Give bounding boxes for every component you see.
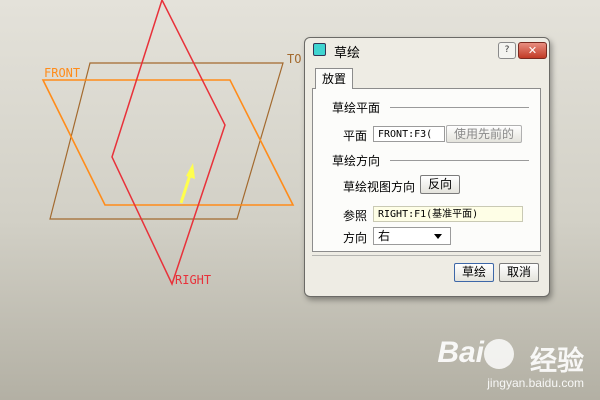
- right-plane[interactable]: [111, 0, 226, 287]
- help-button[interactable]: ?: [498, 42, 516, 59]
- sketch-direction-arrow-icon: [179, 163, 195, 204]
- view-direction-label: 草绘视图方向: [343, 180, 416, 194]
- sketch-orientation-divider: [390, 160, 529, 161]
- direction-label: 方向: [343, 231, 368, 245]
- app-window-icon: [313, 43, 326, 56]
- dialog-titlebar[interactable]: 草绘 ? ✕: [305, 38, 549, 62]
- sketch-ok-button[interactable]: 草绘: [454, 263, 494, 282]
- sketch-dialog: 草绘 ? ✕ 放置 草绘平面 平面 FRONT:F3( 使用先前的 草绘方向 草…: [304, 37, 550, 297]
- direction-select[interactable]: 右: [373, 227, 451, 245]
- baidu-brand-prefix: Bai: [437, 336, 484, 369]
- baidu-watermark: Bai 经验 jingyan.baidu.com: [437, 334, 584, 390]
- close-icon[interactable]: ✕: [518, 42, 547, 59]
- sketch-plane-divider: [390, 107, 529, 108]
- right-plane-label: RIGHT: [175, 273, 211, 287]
- cancel-button[interactable]: 取消: [499, 263, 539, 282]
- plane-field[interactable]: FRONT:F3(: [373, 126, 445, 142]
- reference-field[interactable]: RIGHT:F1(基准平面): [373, 206, 523, 222]
- top-plane-label: TO: [287, 52, 301, 66]
- watermark-url: jingyan.baidu.com: [487, 376, 584, 390]
- baidu-brand-suffix: 经验: [530, 346, 584, 377]
- placement-panel: 草绘平面 平面 FRONT:F3( 使用先前的 草绘方向 草绘视图方向 反向 参…: [312, 88, 541, 252]
- dialog-title: 草绘: [334, 46, 361, 61]
- plane-label: 平面: [343, 129, 368, 143]
- footer-divider: [312, 255, 541, 256]
- tab-placement[interactable]: 放置: [315, 68, 353, 89]
- sketch-orientation-section-label: 草绘方向: [332, 154, 381, 168]
- use-previous-button[interactable]: 使用先前的: [446, 125, 522, 143]
- baidu-paw-icon: [484, 339, 514, 369]
- front-plane-label: FRONT: [44, 66, 80, 80]
- chevron-down-icon: [434, 234, 442, 239]
- direction-select-value: 右: [378, 229, 391, 243]
- sketch-plane-section-label: 草绘平面: [332, 101, 381, 115]
- reference-label: 参照: [343, 209, 368, 223]
- top-plane[interactable]: [49, 62, 284, 220]
- flip-direction-button[interactable]: 反向: [420, 175, 460, 194]
